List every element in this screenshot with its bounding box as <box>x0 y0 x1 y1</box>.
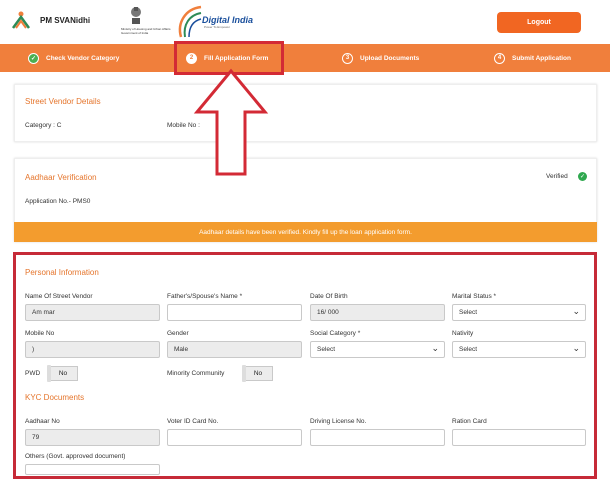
dob-label: Date Of Birth <box>310 293 348 300</box>
check-icon: ✓ <box>28 52 39 64</box>
father-name-input[interactable] <box>167 304 302 321</box>
social-category-label: Social Category * <box>310 330 361 337</box>
ministry-caption: Ministry of Housing and Urban Affairs Go… <box>121 27 171 35</box>
social-category-select[interactable]: Select <box>310 341 445 358</box>
vendor-details-card <box>14 84 597 142</box>
step-number: 4 <box>494 52 505 64</box>
ration-card-label: Ration Card <box>452 418 487 425</box>
minority-toggle[interactable]: No <box>242 365 273 382</box>
vendor-name-input[interactable]: Am mar <box>25 304 160 321</box>
application-number: Application No.- PMS0 <box>25 198 91 205</box>
application-steps: ✓ Check Vendor Category 2 Fill Applicati… <box>0 44 610 72</box>
step-label: Check Vendor Category <box>46 54 120 62</box>
mobile-label: Mobile No <box>25 330 55 337</box>
brand-name: PM SVANidhi <box>40 16 91 25</box>
app-header: PM SVANidhi Ministry of Housing and Urba… <box>0 0 610 44</box>
step-submit-application[interactable]: 4 Submit Application <box>494 44 571 72</box>
gender-label: Gender <box>167 330 189 337</box>
gender-input[interactable]: Male <box>167 341 302 358</box>
others-document-label: Others (Govt. approved document) <box>25 453 126 460</box>
kyc-documents-title: KYC Documents <box>25 393 85 402</box>
marital-status-select[interactable]: Select <box>452 304 586 321</box>
digital-india-text: Digital India <box>202 15 254 25</box>
step-label: Upload Documents <box>360 54 420 62</box>
pwd-label: PWD <box>25 370 41 377</box>
minority-label: Minority Community <box>167 370 225 377</box>
pwd-toggle[interactable]: No <box>47 365 78 382</box>
father-name-label: Father's/Spouse's Name * <box>167 293 243 300</box>
digital-india-tagline: Power To Empower <box>204 25 230 29</box>
step-number: 3 <box>342 52 353 64</box>
verified-status: Verified <box>546 173 568 180</box>
pm-svanidhi-logo-icon <box>11 11 31 29</box>
personal-info-title: Personal Information <box>25 268 99 277</box>
step-check-vendor-category[interactable]: ✓ Check Vendor Category <box>28 44 119 72</box>
aadhaar-no-input[interactable]: 79 <box>25 429 160 446</box>
nativity-select[interactable]: Select <box>452 341 586 358</box>
aadhaar-no-label: Aadhaar No <box>25 418 60 425</box>
national-emblem-icon <box>131 7 141 24</box>
ration-card-input[interactable] <box>452 429 586 446</box>
voter-id-input[interactable] <box>167 429 302 446</box>
vendor-details-title: Street Vendor Details <box>25 97 101 106</box>
up-arrow-icon <box>193 68 269 176</box>
marital-status-label: Marital Status * <box>452 293 497 300</box>
vendor-name-label: Name Of Street Vendor <box>25 293 93 300</box>
aadhaar-verification-title: Aadhaar Verification <box>25 173 97 182</box>
voter-id-label: Voter ID Card No. <box>167 418 219 425</box>
step-upload-documents[interactable]: 3 Upload Documents <box>342 44 419 72</box>
driving-license-input[interactable] <box>310 429 445 446</box>
verification-banner: Aadhaar details have been verified. Kind… <box>14 222 597 242</box>
logout-button[interactable]: Logout <box>497 12 581 33</box>
verified-check-icon: ✓ <box>578 172 587 181</box>
mobile-input[interactable]: ) <box>25 341 160 358</box>
dob-input[interactable]: 16/ 000 <box>310 304 445 321</box>
step-label: Submit Application <box>512 54 571 62</box>
driving-license-label: Driving License No. <box>310 418 367 425</box>
others-document-input[interactable] <box>25 464 160 475</box>
nativity-label: Nativity <box>452 330 474 337</box>
vendor-category: Category : C <box>25 122 62 129</box>
